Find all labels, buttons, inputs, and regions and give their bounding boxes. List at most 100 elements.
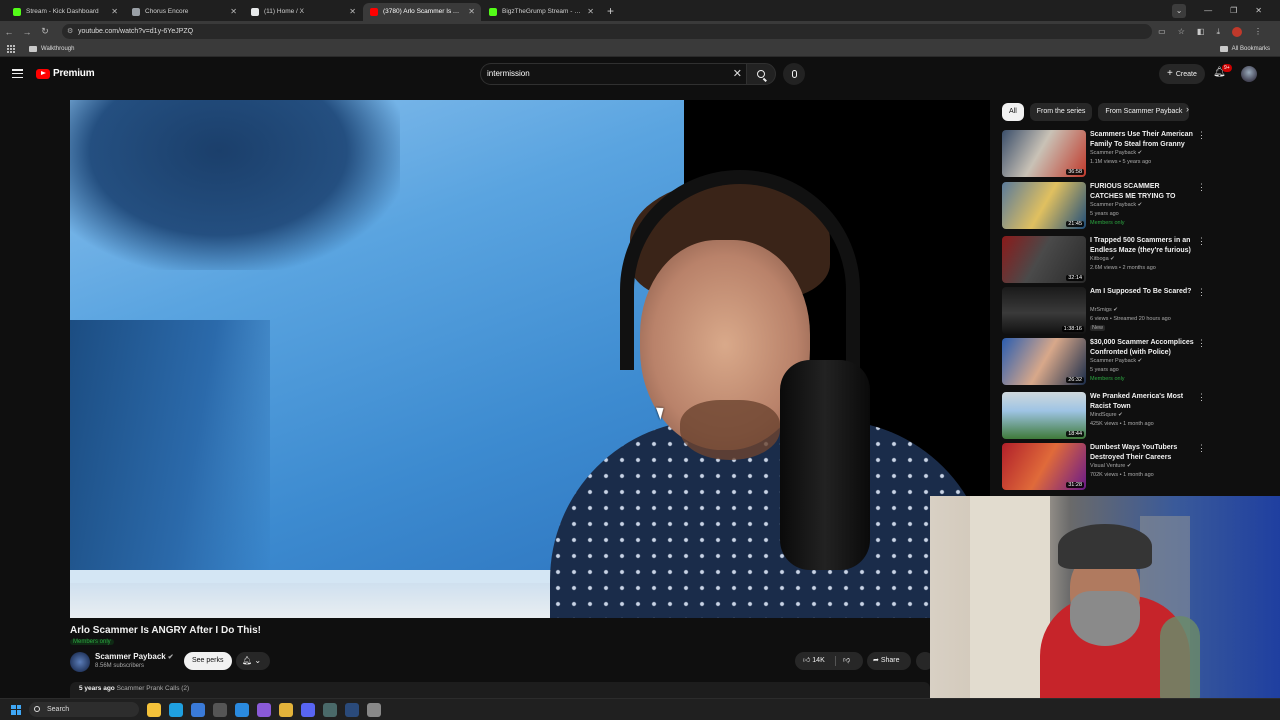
file-explorer-icon[interactable] (147, 702, 161, 717)
settings-icon[interactable] (367, 702, 381, 717)
all-bookmarks-button[interactable]: All Bookmarks (1219, 46, 1270, 52)
browser-tab-strip: Stream - Kick Dashboard ✕ Chorus Encore ✕ (1… (0, 0, 1280, 21)
more-options-icon[interactable]: ⋮ (1197, 236, 1206, 247)
bookmark-star-icon[interactable]: ☆ (1178, 27, 1185, 36)
video-player[interactable] (70, 100, 990, 618)
taskbar-search[interactable]: Search (29, 702, 139, 717)
playlist-link[interactable]: Scammer Prank Calls (2) (117, 685, 190, 692)
close-window-button[interactable]: ✕ (1255, 6, 1262, 15)
recommended-title[interactable]: We Pranked America's Most Racist Town (1090, 392, 1194, 411)
search-input[interactable]: intermission ✕ (480, 63, 746, 85)
profile-icon[interactable] (1232, 26, 1242, 37)
capture-icon[interactable] (213, 702, 227, 717)
recommended-channel[interactable]: Scammer Payback ✔ (1090, 358, 1142, 364)
recommended-video[interactable]: 1:38:16 Am I Supposed To Be Scared? MrSmig… (1002, 287, 1206, 335)
video-thumbnail[interactable]: 32:14 (1002, 236, 1086, 283)
guide-menu-icon[interactable] (12, 69, 23, 78)
video-thumbnail[interactable]: 36:58 (1002, 130, 1086, 177)
account-avatar[interactable] (1241, 66, 1257, 82)
video-thumbnail[interactable]: 21:45 (1002, 182, 1086, 229)
recommended-title[interactable]: Am I Supposed To Be Scared? (1090, 287, 1194, 297)
recommended-channel[interactable]: Kitboga ✔ (1090, 256, 1115, 262)
steam-icon[interactable] (345, 702, 359, 717)
dislike-button[interactable]: 👎︎ (843, 652, 850, 670)
close-tab-icon[interactable]: ✕ (587, 3, 594, 21)
clear-search-icon[interactable]: ✕ (733, 64, 742, 84)
minimize-button[interactable]: — (1204, 6, 1212, 15)
forward-button[interactable]: → (18, 27, 36, 37)
bookmark-walkthrough[interactable]: Walkthrough (29, 46, 74, 52)
filter-chip[interactable]: All (1002, 103, 1024, 121)
recommended-video[interactable]: 31:28 Dumbest Ways YouTubers Destroyed Th… (1002, 443, 1206, 491)
url-bar[interactable]: ⚙ youtube.com/watch?v=d1y-6YeJPZQ (62, 24, 1152, 39)
channel-avatar[interactable] (70, 652, 90, 672)
cast-icon[interactable]: ▭ (1158, 27, 1166, 36)
back-button[interactable]: ← (0, 27, 18, 37)
maximize-button[interactable]: ❐ (1230, 6, 1237, 15)
more-options-icon[interactable]: ⋮ (1197, 182, 1206, 193)
more-options-icon[interactable]: ⋮ (1197, 287, 1206, 298)
browser-tab[interactable]: BigzTheGrump Stream - Watch ✕ (482, 3, 600, 21)
store-icon[interactable] (191, 702, 205, 717)
browser-tab[interactable]: Stream - Kick Dashboard ✕ (6, 3, 124, 21)
close-tab-icon[interactable]: ✕ (230, 3, 237, 21)
recommended-video[interactable]: 36:58 Scammers Use Their American Family … (1002, 130, 1206, 178)
browser-tab[interactable]: (11) Home / X ✕ (244, 3, 362, 21)
recommended-title[interactable]: I Trapped 500 Scammers in an Endless Maz… (1090, 236, 1194, 255)
discord-icon[interactable] (301, 702, 315, 717)
recommended-video[interactable]: 21:45 FURIOUS SCAMMER CATCHES ME TRYING T… (1002, 182, 1206, 230)
recommended-video[interactable]: 18:44 We Pranked America's Most Racist To… (1002, 392, 1206, 440)
chevron-right-icon[interactable]: › (1186, 104, 1189, 114)
description-box[interactable]: 5 years ago Scammer Prank Calls (2) (70, 682, 930, 698)
close-tab-icon[interactable]: ✕ (111, 3, 118, 21)
new-tab-button[interactable]: + (607, 4, 614, 18)
app-blue-icon[interactable] (235, 702, 249, 717)
recommended-video[interactable]: 26:32 $30,000 Scammer Accomplices Confron… (1002, 338, 1206, 386)
windows-start-icon[interactable] (11, 704, 21, 715)
voice-search-button[interactable] (783, 63, 805, 85)
recommended-title[interactable]: Dumbest Ways YouTubers Destroyed Their C… (1090, 443, 1194, 462)
browser-tab[interactable]: (3780) Arlo Scammer Is ANGRY ✕ (363, 2, 481, 21)
site-info-icon[interactable]: ⚙ (67, 24, 73, 39)
recommended-video[interactable]: 32:14 I Trapped 500 Scammers in an Endles… (1002, 236, 1206, 284)
chrome-icon[interactable] (279, 702, 293, 717)
apps-grid-icon[interactable] (7, 45, 15, 53)
filter-chip[interactable]: From the series (1029, 103, 1093, 121)
recommended-channel[interactable]: Visual Venture ✔ (1090, 463, 1132, 469)
recommended-title[interactable]: FURIOUS SCAMMER CATCHES ME TRYING TO DEL… (1090, 182, 1194, 202)
recommended-channel[interactable]: Scammer Payback ✔ (1090, 150, 1142, 156)
close-tab-icon[interactable]: ✕ (468, 3, 475, 21)
app-gray-icon[interactable] (323, 702, 337, 717)
more-options-icon[interactable]: ⋮ (1197, 392, 1206, 403)
app-purple-icon[interactable] (257, 702, 271, 717)
see-perks-button[interactable]: See perks (184, 652, 232, 670)
like-button[interactable]: 👍︎ 14K 👎︎ (795, 652, 863, 670)
download-icon[interactable]: ⤓ (1216, 27, 1220, 37)
edge-icon[interactable] (169, 702, 183, 717)
subscription-bell-button[interactable]: 🔔︎ ⌄ (236, 652, 270, 670)
more-options-icon[interactable]: ⋮ (1197, 130, 1206, 141)
more-options-icon[interactable]: ⋮ (1197, 338, 1206, 349)
close-tab-icon[interactable]: ✕ (349, 3, 356, 21)
share-button[interactable]: ➦ Share (867, 652, 911, 670)
video-thumbnail[interactable]: 18:44 (1002, 392, 1086, 439)
tab-search-button[interactable]: ⌄ (1172, 3, 1187, 18)
extensions-icon[interactable]: ◧ (1197, 27, 1205, 36)
reload-button[interactable]: ↻ (36, 26, 54, 37)
browser-tab[interactable]: Chorus Encore ✕ (125, 3, 243, 21)
recommended-title[interactable]: $30,000 Scammer Accomplices Confronted (… (1090, 338, 1194, 357)
channel-name-link[interactable]: Scammer Payback ✔ (95, 652, 174, 661)
video-thumbnail[interactable]: 26:32 (1002, 338, 1086, 385)
recommended-channel[interactable]: MindSqure ✔ (1090, 412, 1123, 418)
video-thumbnail[interactable]: 1:38:16 (1002, 287, 1086, 334)
recommended-channel[interactable]: Scammer Payback ✔ (1090, 202, 1142, 208)
recommended-channel[interactable]: MrSmigs ✔ (1090, 307, 1118, 313)
more-options-icon[interactable]: ⋮ (1197, 443, 1206, 454)
create-button[interactable]: + Create (1159, 64, 1205, 84)
recommended-title[interactable]: Scammers Use Their American Family To St… (1090, 130, 1194, 149)
filter-chip[interactable]: From Scammer Payback (1098, 103, 1190, 121)
menu-dots-icon[interactable]: ⋮ (1254, 27, 1262, 36)
video-thumbnail[interactable]: 31:28 (1002, 443, 1086, 490)
search-button[interactable] (746, 63, 776, 85)
youtube-logo[interactable]: Premium (36, 68, 95, 79)
